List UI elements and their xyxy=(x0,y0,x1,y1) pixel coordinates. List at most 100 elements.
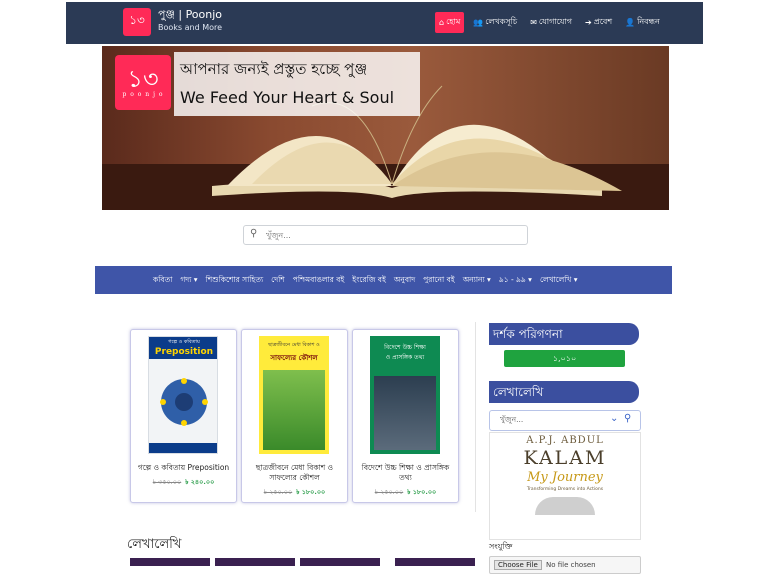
old-price: ৳ ২৫০.০০ xyxy=(374,488,404,496)
nav-login[interactable]: ➔ প্রবেশ xyxy=(581,12,616,33)
old-price: ৳ ৩৫০.০০ xyxy=(152,478,182,486)
select-placeholder: খুঁজুন... xyxy=(500,415,524,424)
category-label: ৯১ - ৯৯ xyxy=(498,275,526,284)
nav-authors[interactable]: 👥 লেখকসূচি xyxy=(469,12,521,33)
sale-price: ৳ ১৮০.০০ xyxy=(296,488,326,496)
category-bar: কবিতা গদ্য ▾ শিশুকিশোর সাহিত্য দেশি পশ্চিমবা… xyxy=(95,266,672,294)
category-label: দেশি xyxy=(271,275,285,284)
writing-select[interactable]: খুঁজুন... ⌄ ⚲ xyxy=(489,410,641,431)
hero-logo-text: p o o n j o xyxy=(122,91,164,98)
file-upload[interactable]: Choose File No file chosen xyxy=(489,556,641,574)
no-file-text: No file chosen xyxy=(546,561,596,569)
envelope-icon: ✉ xyxy=(530,18,537,27)
nav-links: ⌂ হোম 👥 লেখকসূচি ✉ যোগাযোগ ➔ প্রবেশ 👤 নি… xyxy=(435,12,664,33)
visitor-count: ১,০১০ xyxy=(504,350,625,367)
category-label: পশ্চিমবাঙলার বই xyxy=(292,275,345,284)
writing-thumbnail[interactable] xyxy=(215,558,295,566)
user-plus-icon: 👤 xyxy=(625,18,636,27)
category-item[interactable]: ৯১ - ৯৯ ▾ xyxy=(499,275,532,287)
brand-subtitle: Books and More xyxy=(158,23,223,32)
product-cover[interactable]: বিদেশে উচ্চ শিক্ষা ও প্রাসঙ্গিক তথ্য xyxy=(370,336,440,454)
category-item[interactable]: অনুবাদ xyxy=(394,275,415,287)
cover-big-title: ও প্রাসঙ্গিক তথ্য xyxy=(385,354,425,361)
category-item[interactable]: গদ্য ▾ xyxy=(180,275,197,287)
category-list: কবিতা গদ্য ▾ শিশুকিশোর সাহিত্য দেশি পশ্চিমবা… xyxy=(153,275,578,287)
product-card[interactable]: গল্পে ও কবিতায় Preposition গল্পে ও কবিত… xyxy=(130,329,237,503)
cover-title: ছাত্রজীবনে মেধা বিকাশ ও xyxy=(268,342,320,348)
category-label: ইংরেজি বই xyxy=(352,275,386,284)
hero-headline-bn: আপনার জন্যই প্রস্তুত হচ্ছে পুঞ্জ xyxy=(180,60,368,78)
caret-down-icon: ▾ xyxy=(484,275,491,284)
nav-register[interactable]: 👤 নিবন্ধন xyxy=(621,12,664,33)
hero-headline-en: We Feed Your Heart & Soul xyxy=(180,88,395,107)
search-icon[interactable]: ⚲ xyxy=(624,413,631,424)
column-divider xyxy=(475,322,476,512)
book-author: A.P.J. ABDUL xyxy=(526,435,604,446)
book-tagline: Transforming Dreams into Actions xyxy=(526,487,604,492)
old-price: ৳ ২৫০.০০ xyxy=(263,488,293,496)
cover-illustration xyxy=(160,378,208,426)
category-item[interactable]: দেশি xyxy=(271,275,285,287)
hero-logo-glyph: ১৩ xyxy=(127,65,159,93)
hero-banner: ১৩ p o o n j o আপনার জন্যই প্রস্তুত হচ্ছ… xyxy=(102,46,669,210)
writing-thumbnail[interactable] xyxy=(300,558,380,566)
product-card[interactable]: ছাত্রজীবনে মেধা বিকাশ ও সাফল্যের কৌশল ছা… xyxy=(241,329,348,503)
caret-down-icon: ▾ xyxy=(191,275,198,284)
cover-title: গল্পে ও কবিতায় xyxy=(168,339,200,345)
cover-big-title: সাফল্যের কৌশল xyxy=(270,354,318,362)
nav-contact[interactable]: ✉ যোগাযোগ xyxy=(526,12,576,33)
choose-file-button[interactable]: Choose File xyxy=(494,560,542,570)
product-card[interactable]: বিদেশে উচ্চ শিক্ষা ও প্রাসঙ্গিক তথ্য বিদ… xyxy=(352,329,459,503)
search-input[interactable] xyxy=(264,227,523,243)
book-subtitle: My Journey xyxy=(527,470,603,485)
search-bar: ⚲ xyxy=(243,225,528,245)
category-item[interactable]: পুরানো বই xyxy=(423,275,455,287)
book-preview[interactable]: A.P.J. ABDUL KALAM My Journey Transformi… xyxy=(489,432,641,540)
category-item[interactable]: অন্যান্য ▾ xyxy=(463,275,491,287)
writing-thumbnail[interactable] xyxy=(130,558,210,566)
caret-down-icon: ▾ xyxy=(571,275,578,284)
brand-logo[interactable]: ১৩ xyxy=(123,8,151,36)
sign-in-icon: ➔ xyxy=(585,18,592,27)
nav-login-label: প্রবেশ xyxy=(593,17,613,26)
caret-down-icon: ▾ xyxy=(525,275,532,284)
hero-logo: ১৩ p o o n j o xyxy=(115,55,171,110)
category-item[interactable]: কবিতা xyxy=(153,275,172,287)
search-icon: ⚲ xyxy=(250,228,258,239)
product-name[interactable]: গল্পে ও কবিতায় Preposition xyxy=(135,463,232,473)
category-item[interactable]: পশ্চিমবাঙলার বই xyxy=(293,275,345,287)
chevron-down-icon[interactable]: ⌄ xyxy=(610,413,618,424)
product-cover[interactable]: গল্পে ও কবিতায় Preposition xyxy=(148,336,218,454)
sale-price: ৳ ২৪০.০০ xyxy=(185,478,215,486)
writing-widget-title: লেখালেখি xyxy=(489,381,639,403)
sale-price: ৳ ১৮০.০০ xyxy=(407,488,437,496)
product-price: ৳ ২৫০.০০ ৳ ১৮০.০০ xyxy=(242,487,347,498)
nav-contact-label: যোগাযোগ xyxy=(538,17,573,26)
book-title: KALAM xyxy=(523,447,607,469)
cover-photo xyxy=(374,376,436,450)
category-label: কবিতা xyxy=(153,275,173,284)
attachment-label: সংযুক্তি xyxy=(489,542,513,551)
category-label: গদ্য xyxy=(180,275,192,284)
product-cover[interactable]: ছাত্রজীবনে মেধা বিকাশ ও সাফল্যের কৌশল xyxy=(259,336,329,454)
product-price: ৳ ২৫০.০০ ৳ ১৮০.০০ xyxy=(353,487,458,498)
author-photo xyxy=(535,497,595,515)
section-title: লেখালেখি xyxy=(127,537,182,552)
category-item[interactable]: ইংরেজি বই xyxy=(352,275,386,287)
visitor-counter-title: দর্শক পরিগণনা xyxy=(489,323,639,345)
category-item[interactable]: শিশুকিশোর সাহিত্য xyxy=(206,275,264,287)
nav-home[interactable]: ⌂ হোম xyxy=(435,12,465,33)
cover-big-title: Preposition xyxy=(154,347,214,357)
users-icon: 👥 xyxy=(473,18,484,27)
product-name[interactable]: ছাত্রজীবনে মেধা বিকাশ ও সাফল্যের কৌশল xyxy=(246,463,343,483)
product-name[interactable]: বিদেশে উচ্চ শিক্ষা ও প্রাসঙ্গিক তথ্য xyxy=(357,463,454,483)
nav-register-label: নিবন্ধন xyxy=(637,17,660,26)
nav-authors-label: লেখকসূচি xyxy=(485,17,518,26)
writing-thumbnail[interactable] xyxy=(395,558,475,566)
top-navbar: ১৩ পুঞ্জ | Poonjo Books and More ⌂ হোম 👥… xyxy=(66,2,703,44)
nav-home-label: হোম xyxy=(446,17,461,26)
writing-thumbnails xyxy=(130,558,475,566)
category-item[interactable]: লেখালেখি ▾ xyxy=(540,275,578,287)
category-label: পুরানো বই xyxy=(423,275,455,284)
category-label: শিশুকিশোর সাহিত্য xyxy=(205,275,264,284)
